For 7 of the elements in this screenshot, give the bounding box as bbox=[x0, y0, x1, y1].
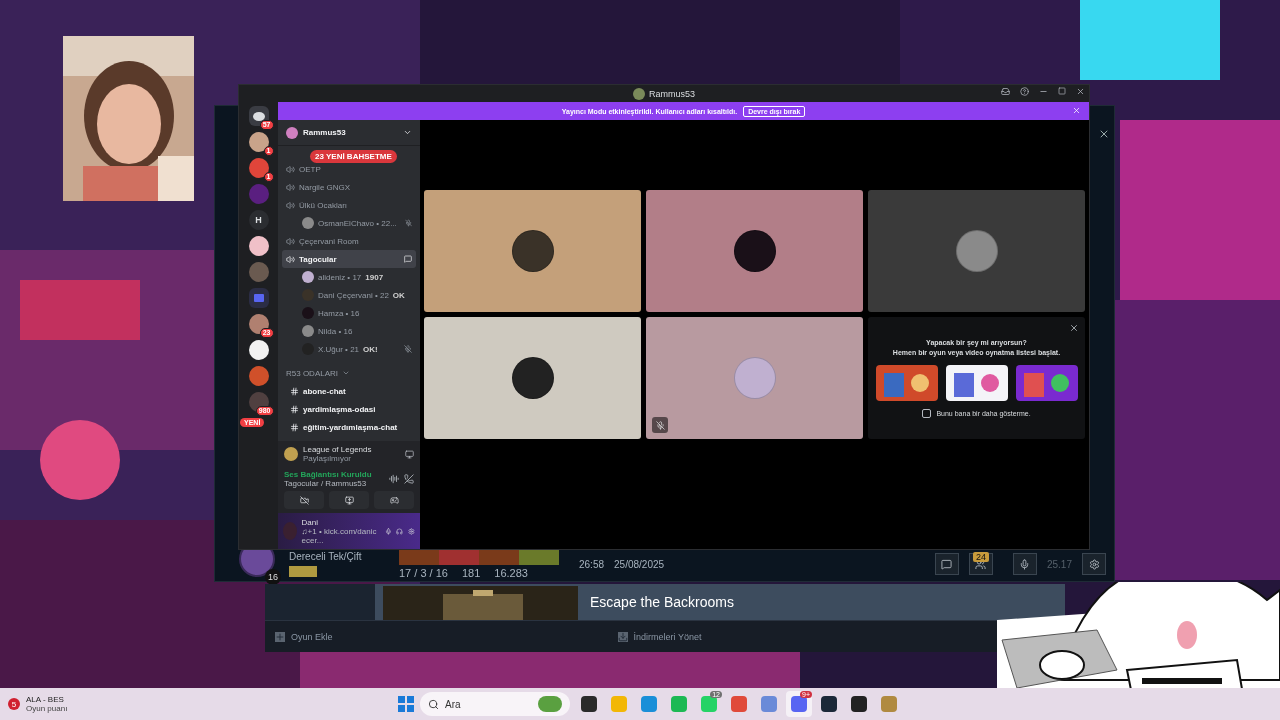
search-field[interactable]: Ara bbox=[420, 692, 570, 716]
windows-icon[interactable] bbox=[398, 696, 414, 712]
weather-title: ALA - BES bbox=[26, 695, 65, 704]
weather-widget[interactable]: 5 ALA - BES Oyun puanı bbox=[8, 695, 398, 713]
weather-subtitle: Oyun puanı bbox=[26, 704, 68, 713]
search-icon bbox=[428, 698, 439, 710]
weather-badge: 5 bbox=[8, 698, 20, 710]
